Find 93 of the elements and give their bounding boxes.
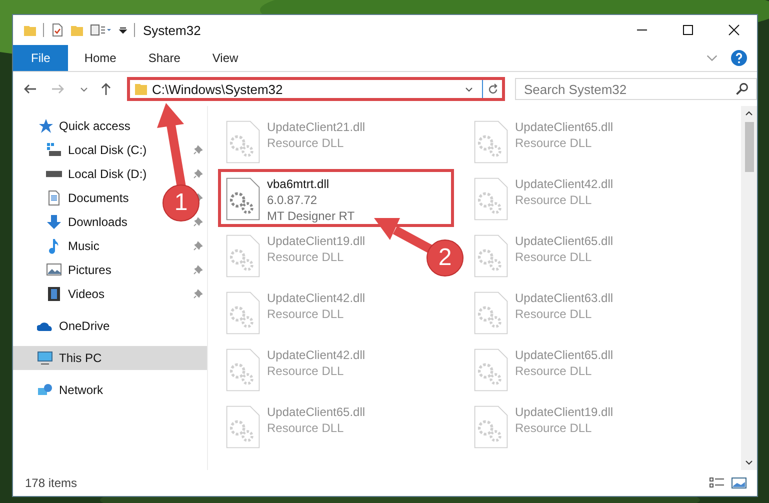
down-arrow-icon (46, 214, 62, 230)
dropdown-icon[interactable] (118, 25, 128, 35)
sidebar-item[interactable]: Documents (13, 186, 129, 210)
sidebar-item[interactable]: OneDrive (13, 314, 110, 338)
properties-icon[interactable] (50, 23, 64, 37)
scrollbar-thumb[interactable] (744, 122, 754, 172)
sidebar-label: Pictures (68, 263, 112, 277)
search-icon (735, 82, 749, 96)
gear-file-icon (225, 233, 261, 279)
address-path: C:\Windows\System32 (152, 82, 284, 96)
monitor-icon (37, 350, 53, 366)
ribbon-tab[interactable]: Share (132, 45, 196, 71)
sidebar-item[interactable]: Pictures (13, 258, 112, 282)
gear-file-icon (225, 290, 261, 336)
file-detail: Resource DLL (515, 363, 593, 379)
folder-icon (134, 82, 148, 96)
file-name: UpdateClient21.dll (267, 119, 366, 135)
file-name: UpdateClient19.dll (515, 404, 614, 420)
file-name: UpdateClient42.dll (267, 290, 366, 306)
file-name: UpdateClient19.dll (267, 233, 366, 249)
step-number: 1 (173, 188, 189, 218)
maximize-icon (682, 24, 694, 36)
sidebar-item[interactable]: Quick access (13, 114, 130, 138)
file-detail: Resource DLL (515, 249, 593, 265)
sidebar-label: Local Disk (D:) (68, 167, 147, 181)
file-detail: 6.0.87.72 (267, 192, 318, 208)
sidebar-label: Videos (68, 287, 104, 301)
sidebar-item[interactable]: Videos (13, 282, 104, 306)
sidebar-item[interactable]: This PC (13, 346, 207, 370)
ribbon-tab[interactable]: Home (68, 45, 132, 71)
sidebar-label: Documents (68, 191, 129, 205)
gear-file-icon (473, 176, 509, 222)
document-icon (46, 190, 62, 206)
file-name: vba6mtrt.dll (267, 176, 330, 192)
file-name: UpdateClient65.dll (515, 119, 614, 135)
file-detail: Resource DLL (267, 306, 345, 322)
file-name: UpdateClient42.dll (515, 176, 614, 192)
sidebar-label: Local Disk (C:) (68, 143, 147, 157)
file-detail: Resource DLL (267, 363, 345, 379)
file-detail: Resource DLL (515, 135, 593, 151)
address-bar[interactable]: C:\Windows\System32 (127, 77, 505, 101)
customize-toolbar-icon[interactable] (90, 23, 112, 37)
details-view-icon[interactable] (709, 476, 725, 490)
gear-file-icon (473, 290, 509, 336)
help-icon[interactable] (731, 50, 747, 66)
sidebar-item[interactable]: Downloads (13, 210, 128, 234)
sidebar-item[interactable]: Network (13, 378, 104, 402)
file-item[interactable]: vba6mtrt.dll 6.0.87.72 MT Designer RT (218, 169, 454, 227)
up-arrow-icon[interactable] (99, 82, 113, 96)
sidebar-item[interactable]: Local Disk (D:) (13, 162, 147, 186)
gear-file-icon (473, 404, 509, 450)
sidebar-label: Downloads (68, 215, 128, 229)
file-name: UpdateClient42.dll (267, 347, 366, 363)
file-detail: Resource DLL (267, 420, 345, 436)
file-detail: Resource DLL (267, 135, 345, 151)
network-icon (37, 382, 53, 398)
gear-file-icon (225, 119, 261, 165)
drive-icon (46, 142, 62, 158)
window-title: System32 (143, 22, 201, 38)
sidebar-item[interactable]: Music (13, 234, 100, 258)
file-detail: MT Designer RT (267, 208, 355, 224)
ribbon-tab[interactable]: View (196, 45, 254, 71)
sidebar-label: This PC (59, 351, 102, 365)
file-detail: Resource DLL (267, 249, 345, 265)
gear-file-icon (473, 347, 509, 393)
sidebar-label: Quick access (59, 119, 130, 133)
sidebar-label: Music (68, 239, 100, 253)
file-name: UpdateClient65.dll (267, 404, 366, 420)
sidebar-label: OneDrive (59, 319, 110, 333)
sidebar-item[interactable]: Local Disk (C:) (13, 138, 147, 162)
file-detail: Resource DLL (515, 420, 593, 436)
gear-file-icon (225, 176, 261, 222)
film-icon (46, 286, 62, 302)
search-field[interactable]: Search System32 (515, 78, 757, 100)
gear-file-icon (473, 119, 509, 165)
refresh-icon (486, 83, 498, 95)
sidebar-label: Network (59, 383, 104, 397)
file-name: UpdateClient65.dll (515, 233, 614, 249)
file-detail: Resource DLL (515, 192, 593, 208)
gear-file-icon (225, 404, 261, 450)
thumbnail-view-icon[interactable] (731, 476, 747, 490)
file-detail: Resource DLL (515, 306, 593, 322)
gear-file-icon (473, 233, 509, 279)
back-arrow-icon[interactable] (23, 82, 37, 96)
file-name: UpdateClient63.dll (515, 290, 614, 306)
step-number: 2 (437, 243, 453, 273)
close-icon (728, 24, 740, 36)
item-count: 178 items (25, 476, 78, 490)
file-name: UpdateClient65.dll (515, 347, 614, 363)
gear-file-icon (225, 347, 261, 393)
ribbon-tab[interactable]: File (13, 45, 68, 71)
image-icon (46, 262, 62, 278)
star-icon (37, 118, 53, 134)
